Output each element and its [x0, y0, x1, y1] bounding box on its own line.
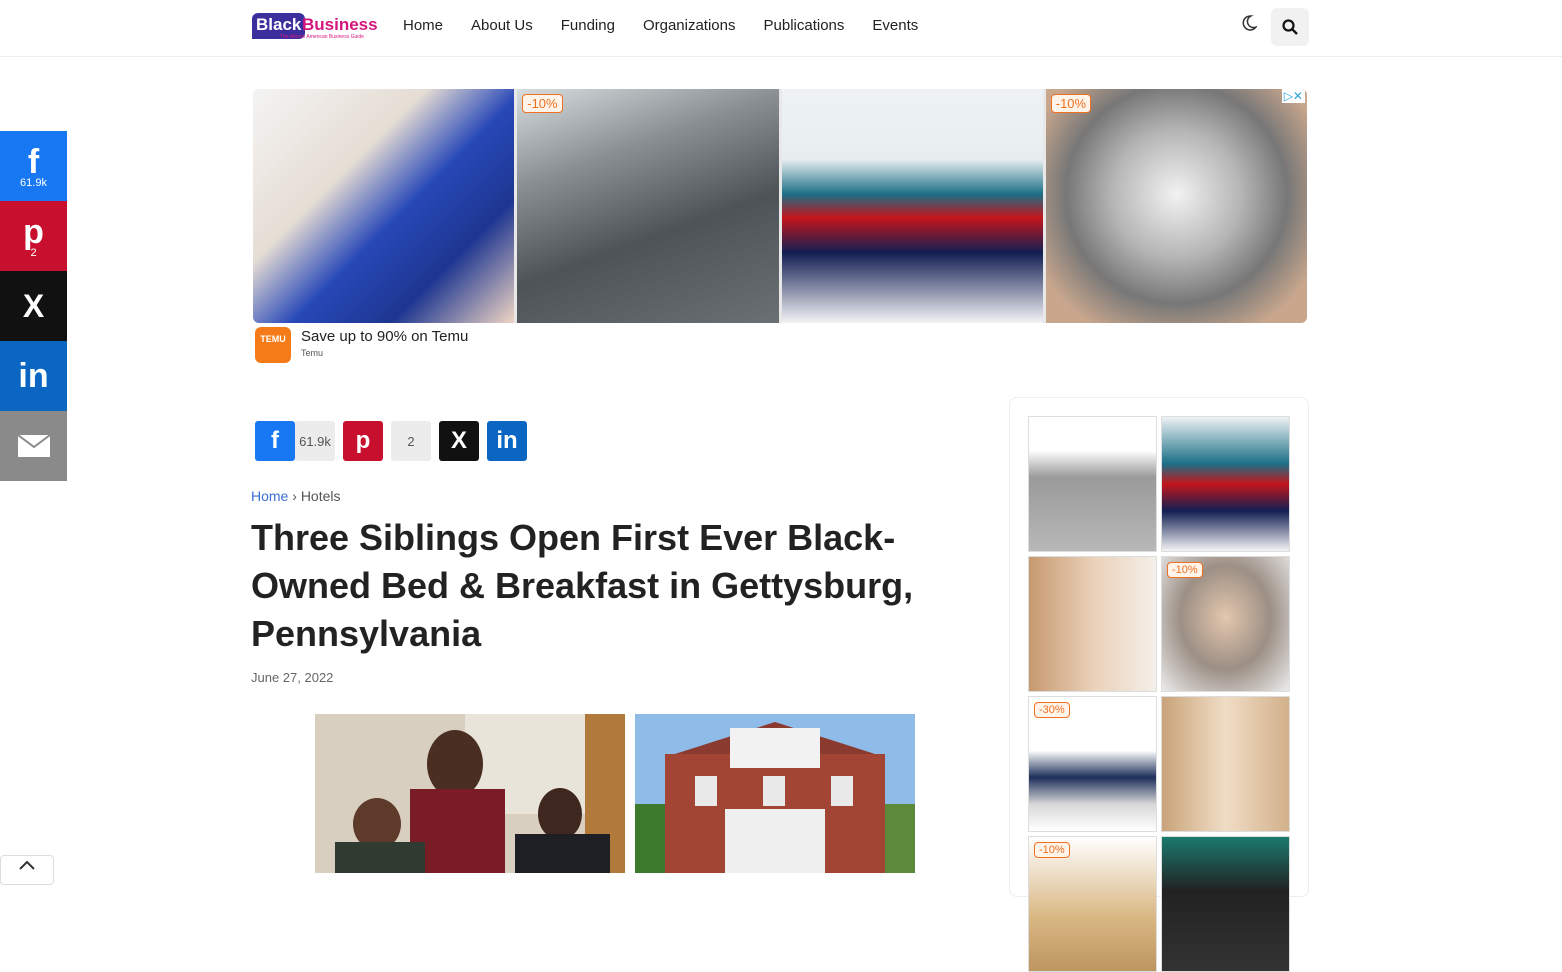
ad-tile-wig[interactable]: -10% ▷✕: [1045, 89, 1307, 323]
logo-business-text: Business: [302, 15, 378, 34]
nav-publications[interactable]: Publications: [764, 17, 845, 34]
side-ad-tile-hair-extensions[interactable]: -10%: [1028, 836, 1157, 972]
linkedin-icon: in: [496, 427, 518, 454]
discount-badge: -10%: [1034, 842, 1070, 858]
side-ad-tile-braid-headbands[interactable]: [1028, 556, 1157, 692]
side-ad-tile-electronics[interactable]: [1161, 836, 1290, 972]
ad-tile-floor-mats[interactable]: -10%: [517, 89, 779, 323]
pinterest-icon: p: [355, 427, 371, 454]
rail-email-button[interactable]: [0, 411, 67, 481]
breadcrumb-category[interactable]: Hotels: [301, 488, 341, 504]
x-icon: X: [22, 288, 45, 324]
search-button[interactable]: [1271, 8, 1309, 46]
share-pinterest-button[interactable]: p: [343, 421, 383, 461]
share-linkedin-button[interactable]: in: [487, 421, 527, 461]
sidebar-ad-grid: -10% -30% -10%: [1028, 416, 1290, 972]
side-ad-tile-ponytail[interactable]: [1161, 696, 1290, 832]
nav-organizations[interactable]: Organizations: [643, 17, 736, 34]
floating-share-rail: f 61.9k p 2 X in: [0, 131, 67, 481]
site-header: Black Business The African American Busi…: [0, 0, 1562, 57]
rail-pinterest-count: 2: [30, 247, 37, 259]
moon-icon[interactable]: [1238, 15, 1260, 37]
temu-logo-text: TEMU: [260, 334, 286, 344]
scroll-to-top-button[interactable]: [0, 855, 54, 885]
side-ad-tile-short-wig[interactable]: -10%: [1161, 556, 1290, 692]
side-ad-tile-cat-mugs[interactable]: [1161, 416, 1290, 552]
share-pinterest-count: 2: [391, 421, 431, 461]
nav-funding[interactable]: Funding: [561, 17, 615, 34]
nav-home[interactable]: Home: [403, 17, 443, 34]
share-facebook-button[interactable]: f: [255, 421, 295, 461]
side-ad-tile-sneakers[interactable]: -30%: [1028, 696, 1157, 832]
logo-tagline: The African American Business Guide: [280, 34, 364, 40]
email-icon: [16, 434, 51, 457]
article-title: Three Siblings Open First Ever Black-Own…: [251, 517, 914, 654]
rail-x-button[interactable]: X: [0, 271, 67, 341]
breadcrumb-separator: ›: [292, 488, 297, 504]
ad-source: Temu: [301, 348, 324, 358]
ad-tile-pet-boots[interactable]: [253, 89, 515, 323]
discount-badge: -10%: [522, 94, 563, 113]
rail-facebook-button[interactable]: f 61.9k: [0, 131, 67, 201]
facebook-icon: f: [271, 427, 279, 454]
ad-headline[interactable]: Save up to 90% on Temu: [301, 328, 468, 345]
share-x-button[interactable]: X: [439, 421, 479, 461]
siblings-photo: [315, 714, 625, 873]
x-icon: X: [450, 427, 467, 454]
pinterest-icon: p: [23, 213, 44, 251]
article-date: June 27, 2022: [251, 670, 334, 685]
main-nav: Home About Us Funding Organizations Publ…: [403, 17, 918, 34]
bed-and-breakfast-photo: [635, 714, 915, 873]
nav-about-us[interactable]: About Us: [471, 17, 533, 34]
search-icon: [1282, 19, 1298, 35]
ad-choices-icon[interactable]: ▷✕: [1281, 89, 1305, 103]
linkedin-icon: in: [18, 357, 49, 395]
top-ad-banner[interactable]: -10% -10% ▷✕: [253, 89, 1307, 323]
nav-events[interactable]: Events: [872, 17, 918, 34]
inline-share-row: f 61.9k p 2 X in: [255, 421, 527, 461]
discount-badge: -30%: [1034, 702, 1070, 718]
breadcrumb: Home › Hotels: [251, 488, 341, 504]
side-ad-tile-felt-organizer[interactable]: [1028, 416, 1157, 552]
discount-badge: -10%: [1050, 94, 1092, 113]
discount-badge: -10%: [1167, 562, 1203, 578]
rail-pinterest-button[interactable]: p 2: [0, 201, 67, 271]
chevron-up-icon: [19, 860, 35, 870]
site-logo[interactable]: Black Business The African American Busi…: [252, 12, 378, 42]
ad-tile-cat-mugs[interactable]: [781, 89, 1043, 323]
share-facebook-count: 61.9k: [295, 421, 335, 461]
rail-facebook-count: 61.9k: [20, 177, 47, 189]
rail-linkedin-button[interactable]: in: [0, 341, 67, 411]
breadcrumb-home[interactable]: Home: [251, 488, 288, 504]
temu-logo[interactable]: TEMU: [255, 327, 291, 363]
facebook-icon: f: [27, 143, 40, 181]
